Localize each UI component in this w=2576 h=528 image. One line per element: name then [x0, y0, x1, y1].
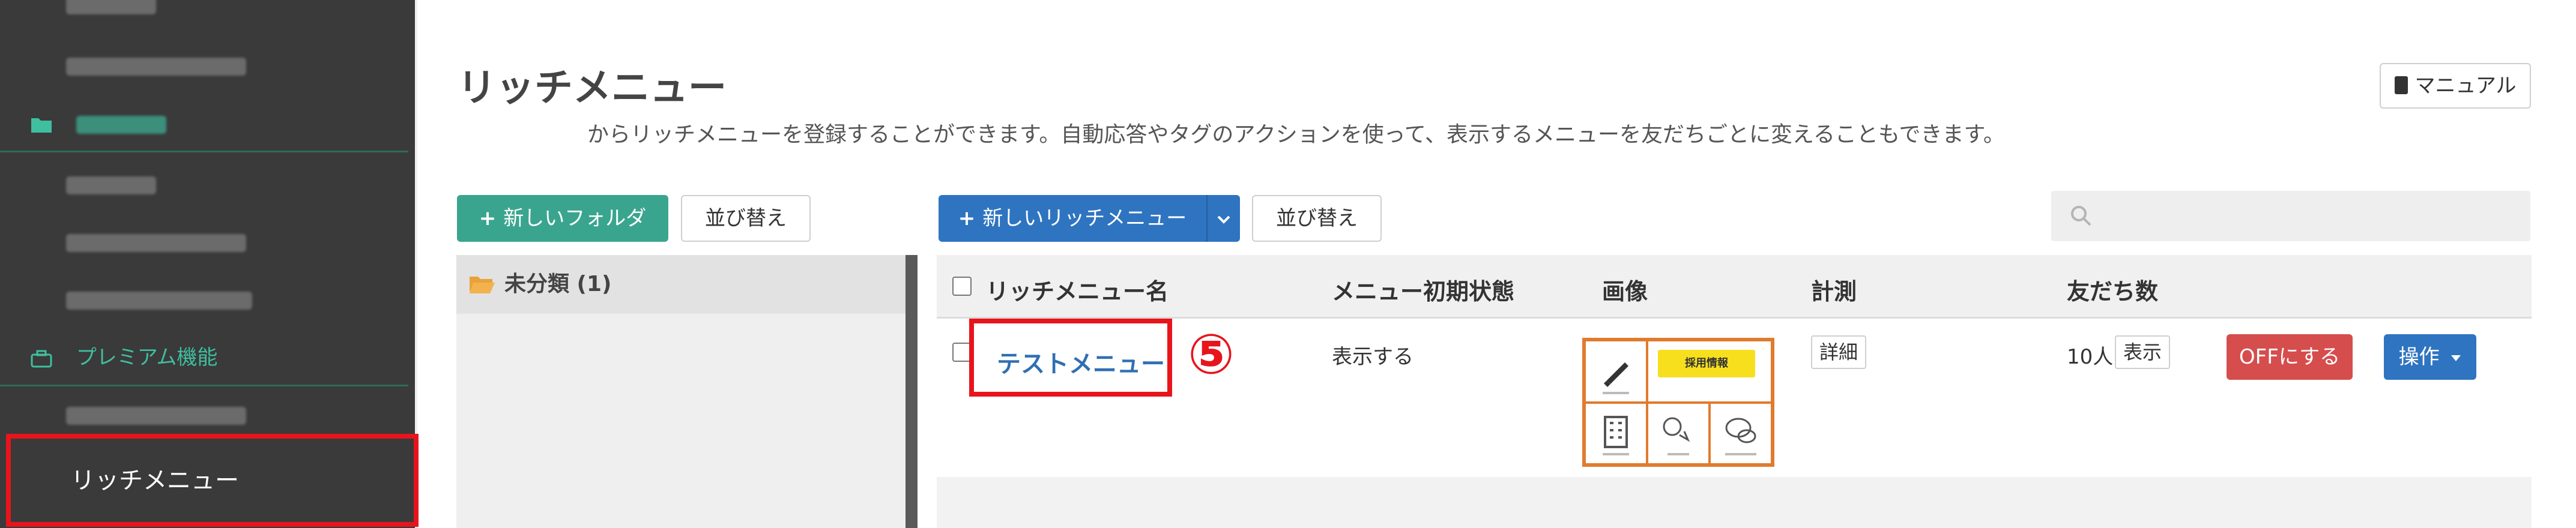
action-dropdown-button[interactable]: 操作 — [2384, 334, 2476, 380]
chevron-down-icon — [1217, 215, 1230, 224]
thumb-tile — [1586, 341, 1646, 401]
caret-down-icon — [2451, 355, 2461, 361]
panel-divider[interactable] — [906, 255, 918, 528]
new-folder-button[interactable]: + 新しいフォルダ — [457, 195, 668, 242]
folder-icon — [31, 118, 52, 133]
thumb-tile — [1711, 404, 1771, 463]
header-name: リッチメニュー名 — [986, 278, 1169, 305]
folder-open-icon — [470, 277, 495, 293]
book-icon — [2394, 76, 2408, 94]
friends-show-label: 表示 — [2123, 341, 2162, 364]
folder-sort-label: 並び替え — [705, 206, 787, 230]
sidebar-category-contents[interactable] — [0, 95, 408, 152]
table-header: リッチメニュー名 メニュー初期状態 画像 計測 友だち数 — [937, 255, 2532, 319]
page-title: リッチメニュー — [458, 66, 727, 110]
rich-menu-sort-button[interactable]: 並び替え — [1252, 195, 1382, 242]
blurred-label — [66, 0, 156, 14]
sidebar-category-label: プレミアム機能 — [76, 346, 218, 370]
folder-item-uncategorized[interactable]: 未分類 (1) — [456, 255, 913, 314]
plus-icon: + — [479, 206, 497, 230]
page-description: からリッチメニューを登録することができます。自動応答やタグのアクションを使って、… — [587, 122, 2005, 147]
header-image: 画像 — [1602, 278, 1648, 305]
folder-label: 未分類 (1) — [504, 272, 612, 296]
main-content: リッチメニュー からリッチメニューを登録することができます。自動応答やタグのアク… — [420, 0, 2576, 528]
header-initial-state: メニュー初期状態 — [1332, 278, 1515, 305]
folder-sort-button[interactable]: 並び替え — [681, 195, 811, 242]
header-friends: 友だち数 — [2067, 278, 2159, 305]
manual-label: マニュアル — [2414, 74, 2517, 98]
thumbnail-banner: 採用情報 — [1658, 350, 1755, 377]
premium-icon — [31, 350, 52, 367]
sidebar-item-rich-menu[interactable]: リッチメニュー — [6, 434, 419, 527]
friends-show-button[interactable]: 表示 — [2115, 335, 2171, 369]
thumb-tile — [1586, 404, 1646, 463]
folder-panel: 未分類 (1) — [456, 255, 913, 528]
rich-menu-table: リッチメニュー名 メニュー初期状態 画像 計測 友だち数 テストメニュー ⑤ 表… — [937, 255, 2532, 477]
new-rich-menu-dropdown[interactable] — [1206, 195, 1240, 242]
sidebar: プレミアム機能 リッチメニュー — [0, 0, 419, 528]
sidebar-item-label — [66, 234, 246, 252]
sidebar-item-common-info[interactable] — [0, 156, 408, 214]
select-all-checkbox[interactable] — [952, 277, 972, 296]
chat-icon — [1725, 418, 1756, 455]
measurement-detail-button[interactable]: 詳細 — [1811, 335, 1867, 369]
sidebar-category-premium[interactable]: プレミアム機能 — [0, 329, 408, 386]
table-row: テストメニュー ⑤ 表示する 採用情報 詳細 10人 表示 OFFにする 操作 — [937, 319, 2532, 477]
sidebar-item-label — [66, 58, 246, 76]
new-folder-label: 新しいフォルダ — [503, 206, 647, 230]
off-button-label: OFFにする — [2239, 345, 2341, 369]
sidebar-item-blurred-top[interactable] — [0, 0, 408, 34]
sidebar-item-label — [66, 176, 156, 194]
step-number-annotation: ⑤ — [1188, 322, 1235, 386]
search-input[interactable] — [2051, 191, 2530, 241]
highlight-box: テストメニュー — [969, 319, 1172, 397]
pen-icon — [1603, 362, 1629, 394]
new-rich-menu-label: 新しいリッチメニュー — [982, 206, 1187, 230]
sidebar-item-media-list[interactable] — [0, 214, 408, 271]
thumb-tile — [1648, 404, 1708, 463]
sidebar-item-label — [66, 292, 252, 310]
sidebar-item-label — [66, 407, 246, 425]
rich-menu-name-link[interactable]: テストメニュー — [997, 344, 1165, 379]
thumb-banner-tile: 採用情報 — [1648, 341, 1771, 401]
building-icon — [1603, 416, 1629, 455]
initial-state-value: 表示する — [1332, 345, 1413, 369]
sidebar-item-site-script[interactable] — [0, 37, 408, 95]
sidebar-item-label: リッチメニュー — [71, 467, 239, 494]
manual-button[interactable]: マニュアル — [2380, 63, 2531, 109]
plus-icon: + — [958, 206, 976, 230]
rich-menu-thumbnail[interactable]: 採用情報 — [1582, 338, 1774, 467]
measurement-detail-label: 詳細 — [1819, 341, 1858, 364]
sns-icon — [1663, 417, 1690, 455]
rich-menu-sort-label: 並び替え — [1276, 206, 1358, 230]
new-rich-menu-button[interactable]: + 新しいリッチメニュー — [939, 195, 1206, 242]
table-footer-area — [937, 477, 2532, 528]
sidebar-item-qr-code[interactable] — [0, 271, 408, 329]
friends-count: 10人 — [2067, 345, 2114, 369]
off-button[interactable]: OFFにする — [2227, 334, 2353, 380]
search-icon — [2071, 206, 2091, 226]
sidebar-category-label — [76, 115, 166, 134]
header-measurement: 計測 — [1811, 278, 1857, 305]
action-button-label: 操作 — [2398, 345, 2440, 369]
